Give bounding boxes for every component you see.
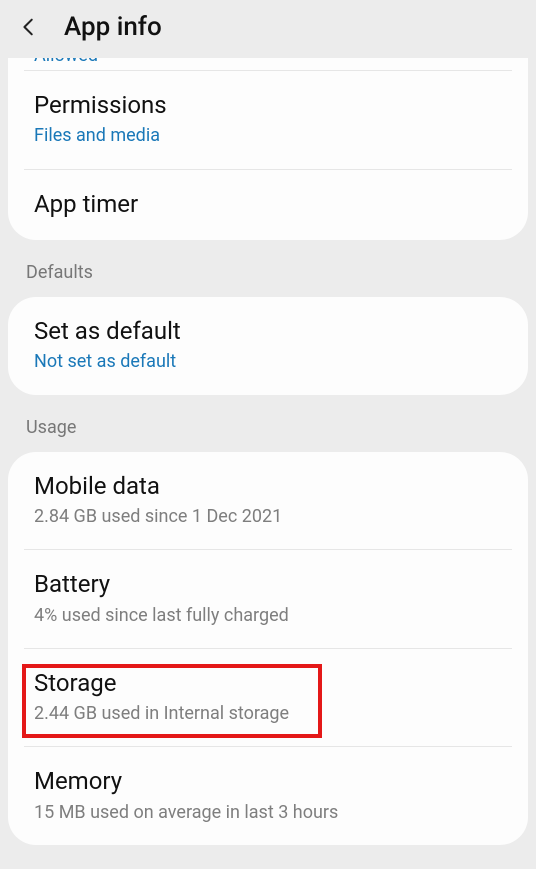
battery-title: Battery — [34, 568, 502, 600]
permissions-sub: Files and media — [34, 123, 502, 148]
set-default-item[interactable]: Set as default Not set as default — [8, 297, 528, 395]
defaults-card: Set as default Not set as default — [8, 297, 528, 395]
permissions-item[interactable]: Permissions Files and media — [8, 71, 528, 169]
storage-sub: 2.44 GB used in Internal storage — [34, 701, 502, 726]
page-title: App info — [64, 12, 162, 42]
permissions-title: Permissions — [34, 89, 502, 121]
section-defaults: Defaults — [0, 240, 536, 297]
storage-title: Storage — [34, 667, 502, 699]
set-default-title: Set as default — [34, 315, 502, 347]
mobile-data-item[interactable]: Mobile data 2.84 GB used since 1 Dec 202… — [8, 452, 528, 550]
app-timer-item[interactable]: App timer — [8, 170, 528, 240]
peek-item[interactable]: Allowed — [8, 58, 528, 70]
mobile-data-sub: 2.84 GB used since 1 Dec 2021 — [34, 504, 502, 529]
settings-card-1: Allowed Permissions Files and media App … — [8, 58, 528, 240]
section-usage: Usage — [0, 395, 536, 452]
header-bar: App info — [0, 0, 536, 58]
set-default-sub: Not set as default — [34, 349, 502, 374]
memory-sub: 15 MB used on average in last 3 hours — [34, 800, 502, 825]
storage-item[interactable]: Storage 2.44 GB used in Internal storage — [8, 649, 528, 747]
memory-title: Memory — [34, 765, 502, 797]
peek-label: Allowed — [34, 58, 98, 66]
battery-sub: 4% used since last fully charged — [34, 603, 502, 628]
battery-item[interactable]: Battery 4% used since last fully charged — [8, 550, 528, 648]
memory-item[interactable]: Memory 15 MB used on average in last 3 h… — [8, 747, 528, 845]
mobile-data-title: Mobile data — [34, 470, 502, 502]
back-icon[interactable] — [18, 16, 40, 38]
app-timer-title: App timer — [34, 188, 502, 220]
usage-card: Mobile data 2.84 GB used since 1 Dec 202… — [8, 452, 528, 845]
